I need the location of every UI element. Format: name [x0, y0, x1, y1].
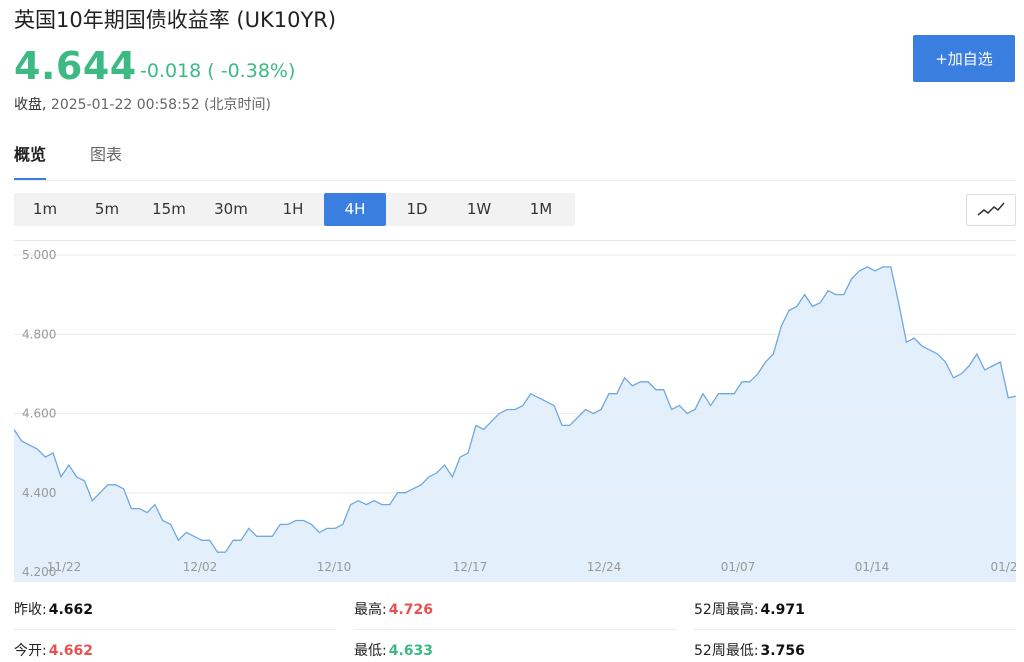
x-tick-label: 01/07	[721, 560, 756, 574]
low-value: 4.633	[388, 643, 434, 659]
tab-overview[interactable]: 概览	[14, 144, 47, 181]
high-label: 最高:	[354, 602, 387, 618]
chart-type-toggle[interactable]	[966, 194, 1016, 226]
x-tick-label: 01/2	[991, 560, 1016, 574]
period-1mo[interactable]: 1M	[510, 193, 572, 226]
status-label: 收盘,	[14, 97, 47, 113]
stat-open: 今开: 4.662	[14, 640, 93, 660]
add-to-watchlist-button[interactable]: +加自选	[913, 35, 1015, 82]
week52-low-label: 52周最低:	[694, 643, 759, 659]
stat-prev-close: 昨收: 4.662	[14, 599, 93, 619]
week52-high-label: 52周最高:	[694, 602, 759, 618]
high-value: 4.726	[388, 602, 434, 618]
page-title: 英国10年期国债收益率 (UK10YR)	[14, 8, 337, 32]
tab-chart[interactable]: 图表	[90, 144, 122, 178]
week52-low-value: 3.756	[760, 643, 805, 659]
open-label: 今开:	[14, 643, 47, 659]
tab-bar: 概览 图表	[14, 144, 166, 181]
stat-high: 最高: 4.726	[354, 599, 433, 619]
period-30m[interactable]: 30m	[200, 193, 262, 226]
y-tick-label: 4.400	[22, 486, 56, 500]
period-5m[interactable]: 5m	[76, 193, 138, 226]
low-label: 最低:	[354, 643, 387, 659]
open-value: 4.662	[48, 643, 94, 659]
prev-close-value: 4.662	[48, 602, 94, 618]
market-status: 收盘, 2025-01-22 00:58:52 (北京时间)	[14, 94, 271, 114]
y-tick-label: 5.000	[22, 248, 56, 262]
period-1m[interactable]: 1m	[14, 193, 76, 226]
period-1d[interactable]: 1D	[386, 193, 448, 226]
y-tick-label: 4.800	[22, 327, 56, 341]
stat-52w-low: 52周最低: 3.756	[694, 640, 805, 660]
stats-divider	[14, 629, 336, 630]
x-tick-label: 12/17	[453, 560, 488, 574]
price-change: -0.018 ( -0.38%)	[140, 60, 296, 82]
week52-high-value: 4.971	[760, 602, 805, 618]
tabs-divider	[14, 180, 1016, 181]
timestamp: 2025-01-22 00:58:52 (北京时间)	[50, 97, 271, 113]
period-15m[interactable]: 15m	[138, 193, 200, 226]
x-tick-label: 12/10	[317, 560, 352, 574]
x-tick-label: 11/22	[47, 560, 82, 574]
x-tick-label: 12/02	[183, 560, 218, 574]
x-tick-label: 01/14	[855, 560, 890, 574]
series-area	[14, 266, 1016, 582]
chart-canvas: 5.0004.8004.6004.4004.20011/22 12/02 12/10…	[13, 248, 1017, 582]
stats-divider	[354, 629, 676, 630]
current-price: 4.644	[14, 44, 137, 88]
prev-close-label: 昨收:	[14, 602, 47, 618]
stat-52w-high: 52周最高: 4.971	[694, 599, 805, 619]
period-1w[interactable]: 1W	[448, 193, 510, 226]
period-1h[interactable]: 1H	[262, 193, 324, 226]
stats-divider	[694, 629, 1016, 630]
line-chart-icon	[977, 202, 1005, 216]
stat-low: 最低: 4.633	[354, 640, 433, 660]
period-4h[interactable]: 4H	[324, 193, 386, 226]
period-selector: 1m 5m 15m 30m 1H 4H 1D 1W 1M	[14, 193, 575, 226]
y-tick-label: 4.600	[22, 407, 56, 421]
price-chart[interactable]: 5.000 4.800 4.600 4.400 4.200 11/22 12/02 12/10…	[13, 240, 1017, 582]
x-tick-label: 12/24	[587, 560, 622, 574]
